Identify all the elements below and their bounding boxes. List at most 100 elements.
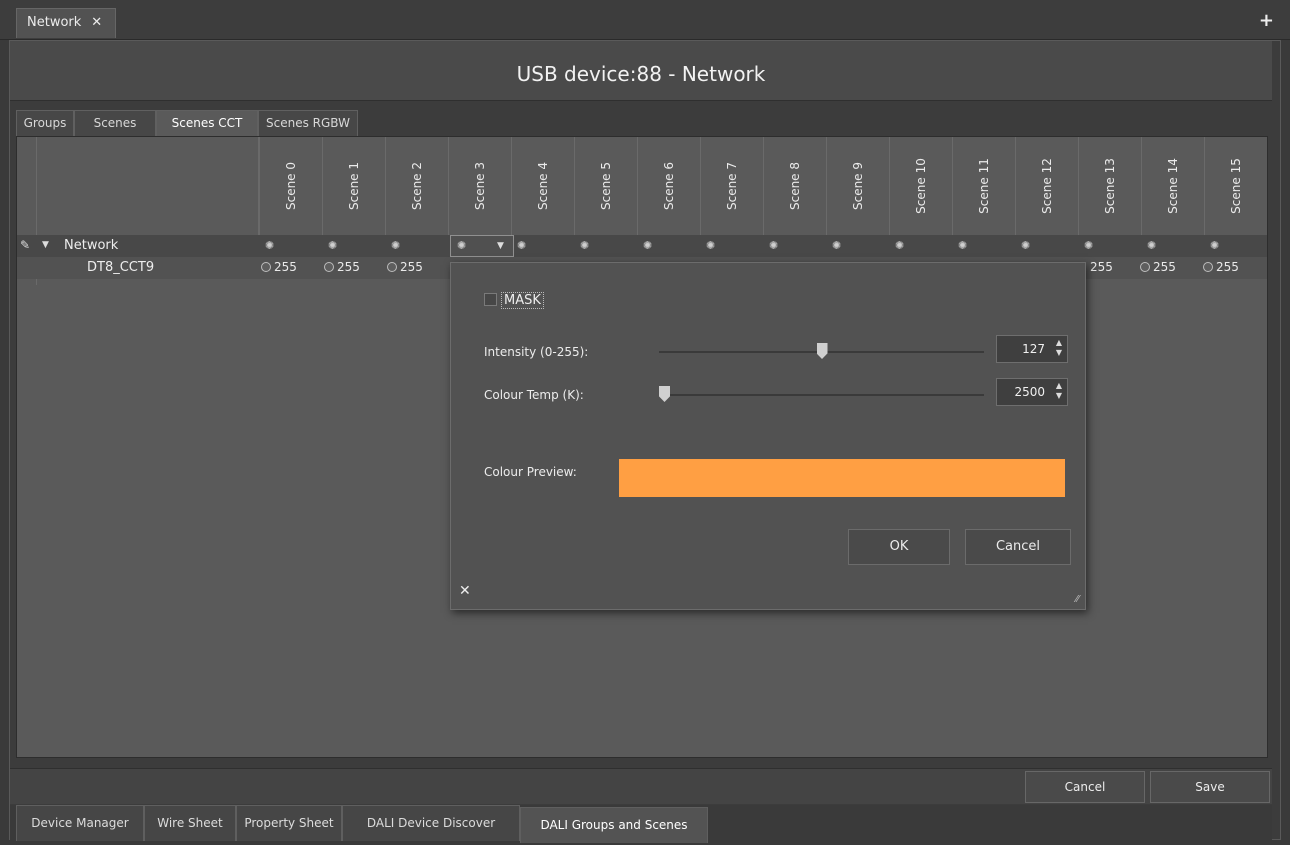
intensity-spinner[interactable]: 127 ▲ ▼ [996,335,1068,363]
column-header-scene-1: Scene 1 [322,137,385,235]
gear-icon[interactable]: ✺ [769,239,778,252]
tab-groups[interactable]: Groups [16,110,74,136]
network-row[interactable]: ✎ ▼ Network ✺ ✺ ✺ ✺ ✺ ✺ ✺ ✺ ✺ ✺ ✺ ✺ ✺ ✺ ✺ ✺ ▼ [17,235,1267,257]
intensity-value: 127 [1022,342,1045,356]
resize-handle-icon[interactable]: ⁄⁄ [1076,594,1079,605]
gear-icon[interactable]: ✺ [1147,239,1156,252]
column-header-scene-0: Scene 0 [259,137,322,235]
column-header-scene-14: Scene 14 [1141,137,1204,235]
column-header-scene-5: Scene 5 [574,137,637,235]
spinner-arrows-icon[interactable]: ▲ ▼ [1056,338,1062,358]
top-tab-bar: Network ✕ + [0,0,1290,40]
scene-edit-popup: MASK Intensity (0-255): 127 ▲ ▼ Colour Te… [450,262,1086,610]
column-header-scene-6: Scene 6 [637,137,700,235]
gear-icon[interactable]: ✺ [706,239,715,252]
cancel-button[interactable]: Cancel [1025,771,1145,803]
gear-icon[interactable]: ✺ [895,239,904,252]
device-scene-2-value[interactable]: 255 [387,260,423,274]
mask-label: MASK [501,292,544,309]
add-tab-icon[interactable]: + [1259,10,1274,31]
intensity-label: Intensity (0-255): [484,345,589,359]
tab-network-label: Network [27,15,82,30]
column-header-scene-12: Scene 12 [1015,137,1078,235]
device-scene-14-value[interactable]: 255 [1140,260,1176,274]
close-tab-icon[interactable]: ✕ [91,15,102,30]
column-header-scene-8: Scene 8 [763,137,826,235]
close-icon[interactable]: ✕ [459,583,471,599]
spinner-arrows-icon[interactable]: ▲ ▼ [1056,381,1062,401]
gear-icon[interactable]: ✺ [391,239,400,252]
gear-icon[interactable]: ✺ [580,239,589,252]
expand-icon[interactable]: ▼ [42,240,49,250]
tab-scenes-rgbw[interactable]: Scenes RGBW [258,110,358,136]
device-scene-13-value[interactable]: 255 [1090,260,1113,274]
column-header-scene-10: Scene 10 [889,137,952,235]
column-header-scene-7: Scene 7 [700,137,763,235]
column-header-label: Scene 0 [284,161,298,211]
tab-scenes[interactable]: Scenes [74,110,156,136]
gear-icon[interactable]: ✺ [328,239,337,252]
column-header-scene-3: Scene 3 [448,137,511,235]
colour-temp-value: 2500 [1014,385,1045,399]
save-button[interactable]: Save [1150,771,1270,803]
radio-icon [1140,262,1150,272]
column-header-label: Scene 9 [851,161,865,211]
gear-icon[interactable]: ✺ [1210,239,1219,252]
device-scene-15-value[interactable]: 255 [1203,260,1239,274]
grid-header-left [17,137,259,285]
column-header-label: Scene 11 [977,158,991,214]
colour-temp-spinner[interactable]: 2500 ▲ ▼ [996,378,1068,406]
tab-dali-device-discover[interactable]: DALI Device Discover [342,805,520,841]
column-header-label: Scene 5 [599,161,613,211]
intensity-slider-thumb[interactable] [816,343,828,359]
column-header-label: Scene 10 [914,158,928,214]
tab-device-manager[interactable]: Device Manager [16,805,144,841]
popup-cancel-button[interactable]: Cancel [965,529,1071,565]
mask-checkbox[interactable] [484,293,497,306]
radio-icon [261,262,271,272]
column-header-label: Scene 3 [473,161,487,211]
page-title: USB device:88 - Network [10,41,1272,101]
column-header-label: Scene 8 [788,161,802,211]
ok-button[interactable]: OK [848,529,950,565]
column-header-scene-15: Scene 15 [1204,137,1267,235]
network-row-label: Network [64,238,119,253]
bottom-tabs: Device Manager Wire Sheet Property Sheet… [10,805,1272,843]
tab-wire-sheet[interactable]: Wire Sheet [144,805,236,841]
column-header-label: Scene 1 [347,161,361,211]
column-header-label: Scene 12 [1040,158,1054,214]
chevron-down-icon: ▼ [497,241,504,251]
gear-icon[interactable]: ✺ [265,239,274,252]
tab-dali-groups-and-scenes[interactable]: DALI Groups and Scenes [520,807,708,843]
gear-icon[interactable]: ✺ [643,239,652,252]
device-scene-0-value[interactable]: 255 [261,260,297,274]
column-header-scene-2: Scene 2 [385,137,448,235]
pencil-icon[interactable]: ✎ [20,238,30,252]
column-header-scene-11: Scene 11 [952,137,1015,235]
tab-property-sheet[interactable]: Property Sheet [236,805,342,841]
gear-icon[interactable]: ✺ [1084,239,1093,252]
gear-icon[interactable]: ✺ [832,239,841,252]
column-header-label: Scene 2 [410,161,424,211]
scene-3-dropdown[interactable]: ✺ ▼ [450,235,514,257]
radio-icon [387,262,397,272]
device-row-label: DT8_CCT9 [87,260,155,275]
mask-checkbox-row[interactable]: MASK [484,292,544,309]
gear-icon: ✺ [457,239,467,252]
column-header-scene-9: Scene 9 [826,137,889,235]
column-header-label: Scene 13 [1103,158,1117,214]
gear-icon[interactable]: ✺ [517,239,526,252]
gear-icon[interactable]: ✺ [958,239,967,252]
column-header-label: Scene 14 [1166,158,1180,214]
colour-preview-swatch [619,459,1065,497]
column-header-scene-13: Scene 13 [1078,137,1141,235]
colour-temp-slider-thumb[interactable] [659,386,670,402]
column-header-label: Scene 15 [1229,158,1243,214]
colour-temp-slider[interactable] [659,394,984,396]
tab-network[interactable]: Network ✕ [16,8,116,38]
tab-scenes-cct[interactable]: Scenes CCT [156,110,258,136]
radio-icon [324,262,334,272]
column-header-label: Scene 7 [725,161,739,211]
device-scene-1-value[interactable]: 255 [324,260,360,274]
gear-icon[interactable]: ✺ [1021,239,1030,252]
